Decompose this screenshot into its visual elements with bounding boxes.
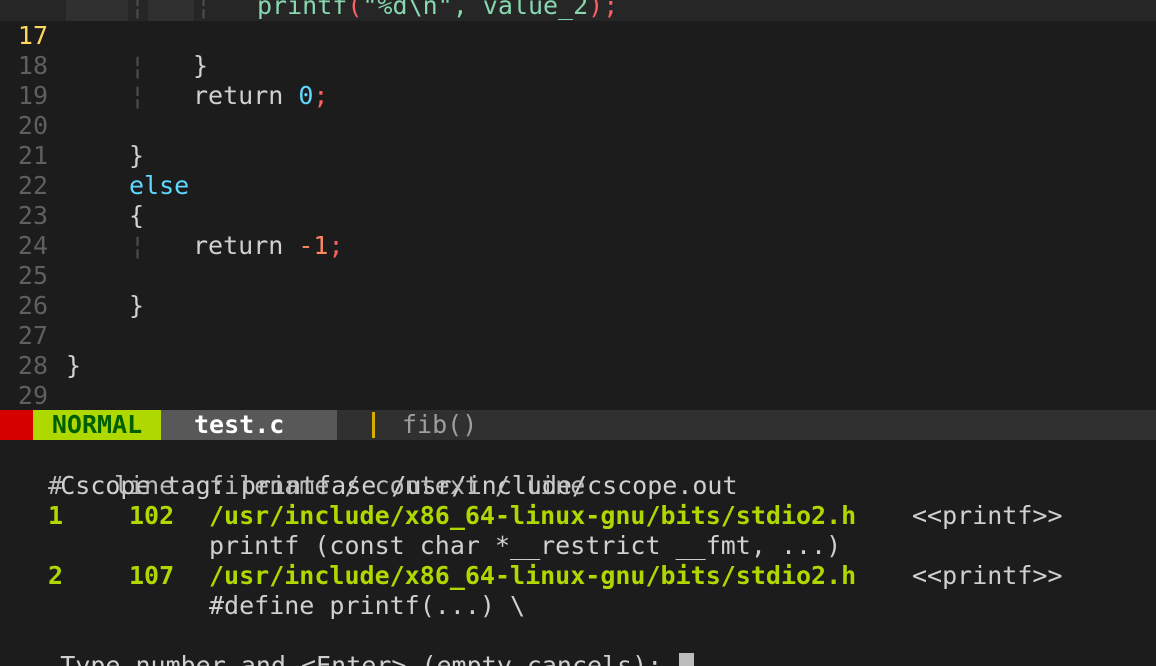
status-filename: test.c [161,410,337,440]
code-text: return -1; [193,231,344,260]
code-text: printf("%d\n", value_2); [257,0,619,20]
cscope-tag-line: Cscope tag: printfase /usr/include/cscop… [60,471,738,500]
result-index: 1 [48,501,64,530]
header-number: # [48,471,64,500]
cscope-prompt[interactable]: Type number and <Enter> (empty cancels): [0,621,1156,666]
code-text: } [129,141,145,170]
code-text: } [129,291,145,320]
cursorcolumn-cell [66,0,128,21]
code-line[interactable]: 29 } [0,351,1156,410]
cscope-result[interactable]: 1 102 /usr/include/x86_64-linux-gnu/bits… [0,501,1156,531]
result-path: /usr/include/x86_64-linux-gnu/bits/stdio… [209,501,857,530]
indent-guide: ¦ [130,231,146,260]
status-separator [372,412,375,438]
code-line[interactable]: 30 [0,381,1156,440]
result-tag: <<printf>> [912,561,1063,590]
result-context: printf (const char *__restrict __fmt, ..… [209,531,842,560]
indent-guide: ¦ [130,51,146,80]
cscope-header: # line filename / context / line [0,471,1156,501]
status-line: NORMAL test.c fib() [0,410,1156,440]
result-index: 2 [48,561,64,590]
result-context: #define printf(...) \ [209,591,526,620]
indent-guide: ¦ [196,0,212,20]
code-line[interactable]: 18 [0,21,1156,80]
cscope-result-context: #define printf(...) \ [0,591,1156,621]
code-line[interactable]: 17 ¦ ¦ printf("%d\n", value_2); [0,0,1156,50]
code-line[interactable]: 21 [0,111,1156,170]
result-tag: <<printf>> [912,501,1063,530]
mode-indicator: NORMAL [33,410,161,440]
indent-guide: ¦ [130,0,146,20]
code-editor[interactable]: 17 ¦ ¦ printf("%d\n", value_2); 18 19 ¦ … [0,0,1156,440]
result-line: 107 [129,561,175,590]
code-line[interactable]: 20 ¦ return 0; [0,81,1156,140]
code-line[interactable]: 19 ¦ } [0,51,1156,110]
header-line: line [114,471,175,500]
code-line[interactable]: 26 [0,261,1156,320]
result-line: 102 [129,501,175,530]
result-path: /usr/include/x86_64-linux-gnu/bits/stdio… [209,561,857,590]
code-line[interactable]: 23 else [0,171,1156,230]
status-function: fib() [402,410,478,439]
code-line[interactable]: 24 { [0,201,1156,260]
code-line[interactable]: 25 ¦ return -1; [0,231,1156,290]
header-context: filename / context / line [209,471,586,500]
code-text: } [66,351,82,380]
cursorcolumn-cell [148,0,194,21]
code-text: else [129,171,190,200]
prompt-text: Type number and <Enter> (empty cancels): [60,651,678,666]
terminal-screen: 17 ¦ ¦ printf("%d\n", value_2); 18 19 ¦ … [0,0,1156,666]
code-line[interactable]: 28 [0,321,1156,380]
indent-guide: ¦ [130,81,146,110]
code-line[interactable]: 27 } [0,291,1156,350]
code-line[interactable]: 22 } [0,141,1156,200]
code-text: { [129,201,145,230]
code-text: } [193,51,209,80]
text-cursor[interactable] [679,653,695,666]
code-text: return 0; [193,81,329,110]
status-indicator [0,410,33,440]
cscope-result-context: printf (const char *__restrict __fmt, ..… [0,531,1156,561]
cscope-result[interactable]: 2 107 /usr/include/x86_64-linux-gnu/bits… [0,561,1156,591]
